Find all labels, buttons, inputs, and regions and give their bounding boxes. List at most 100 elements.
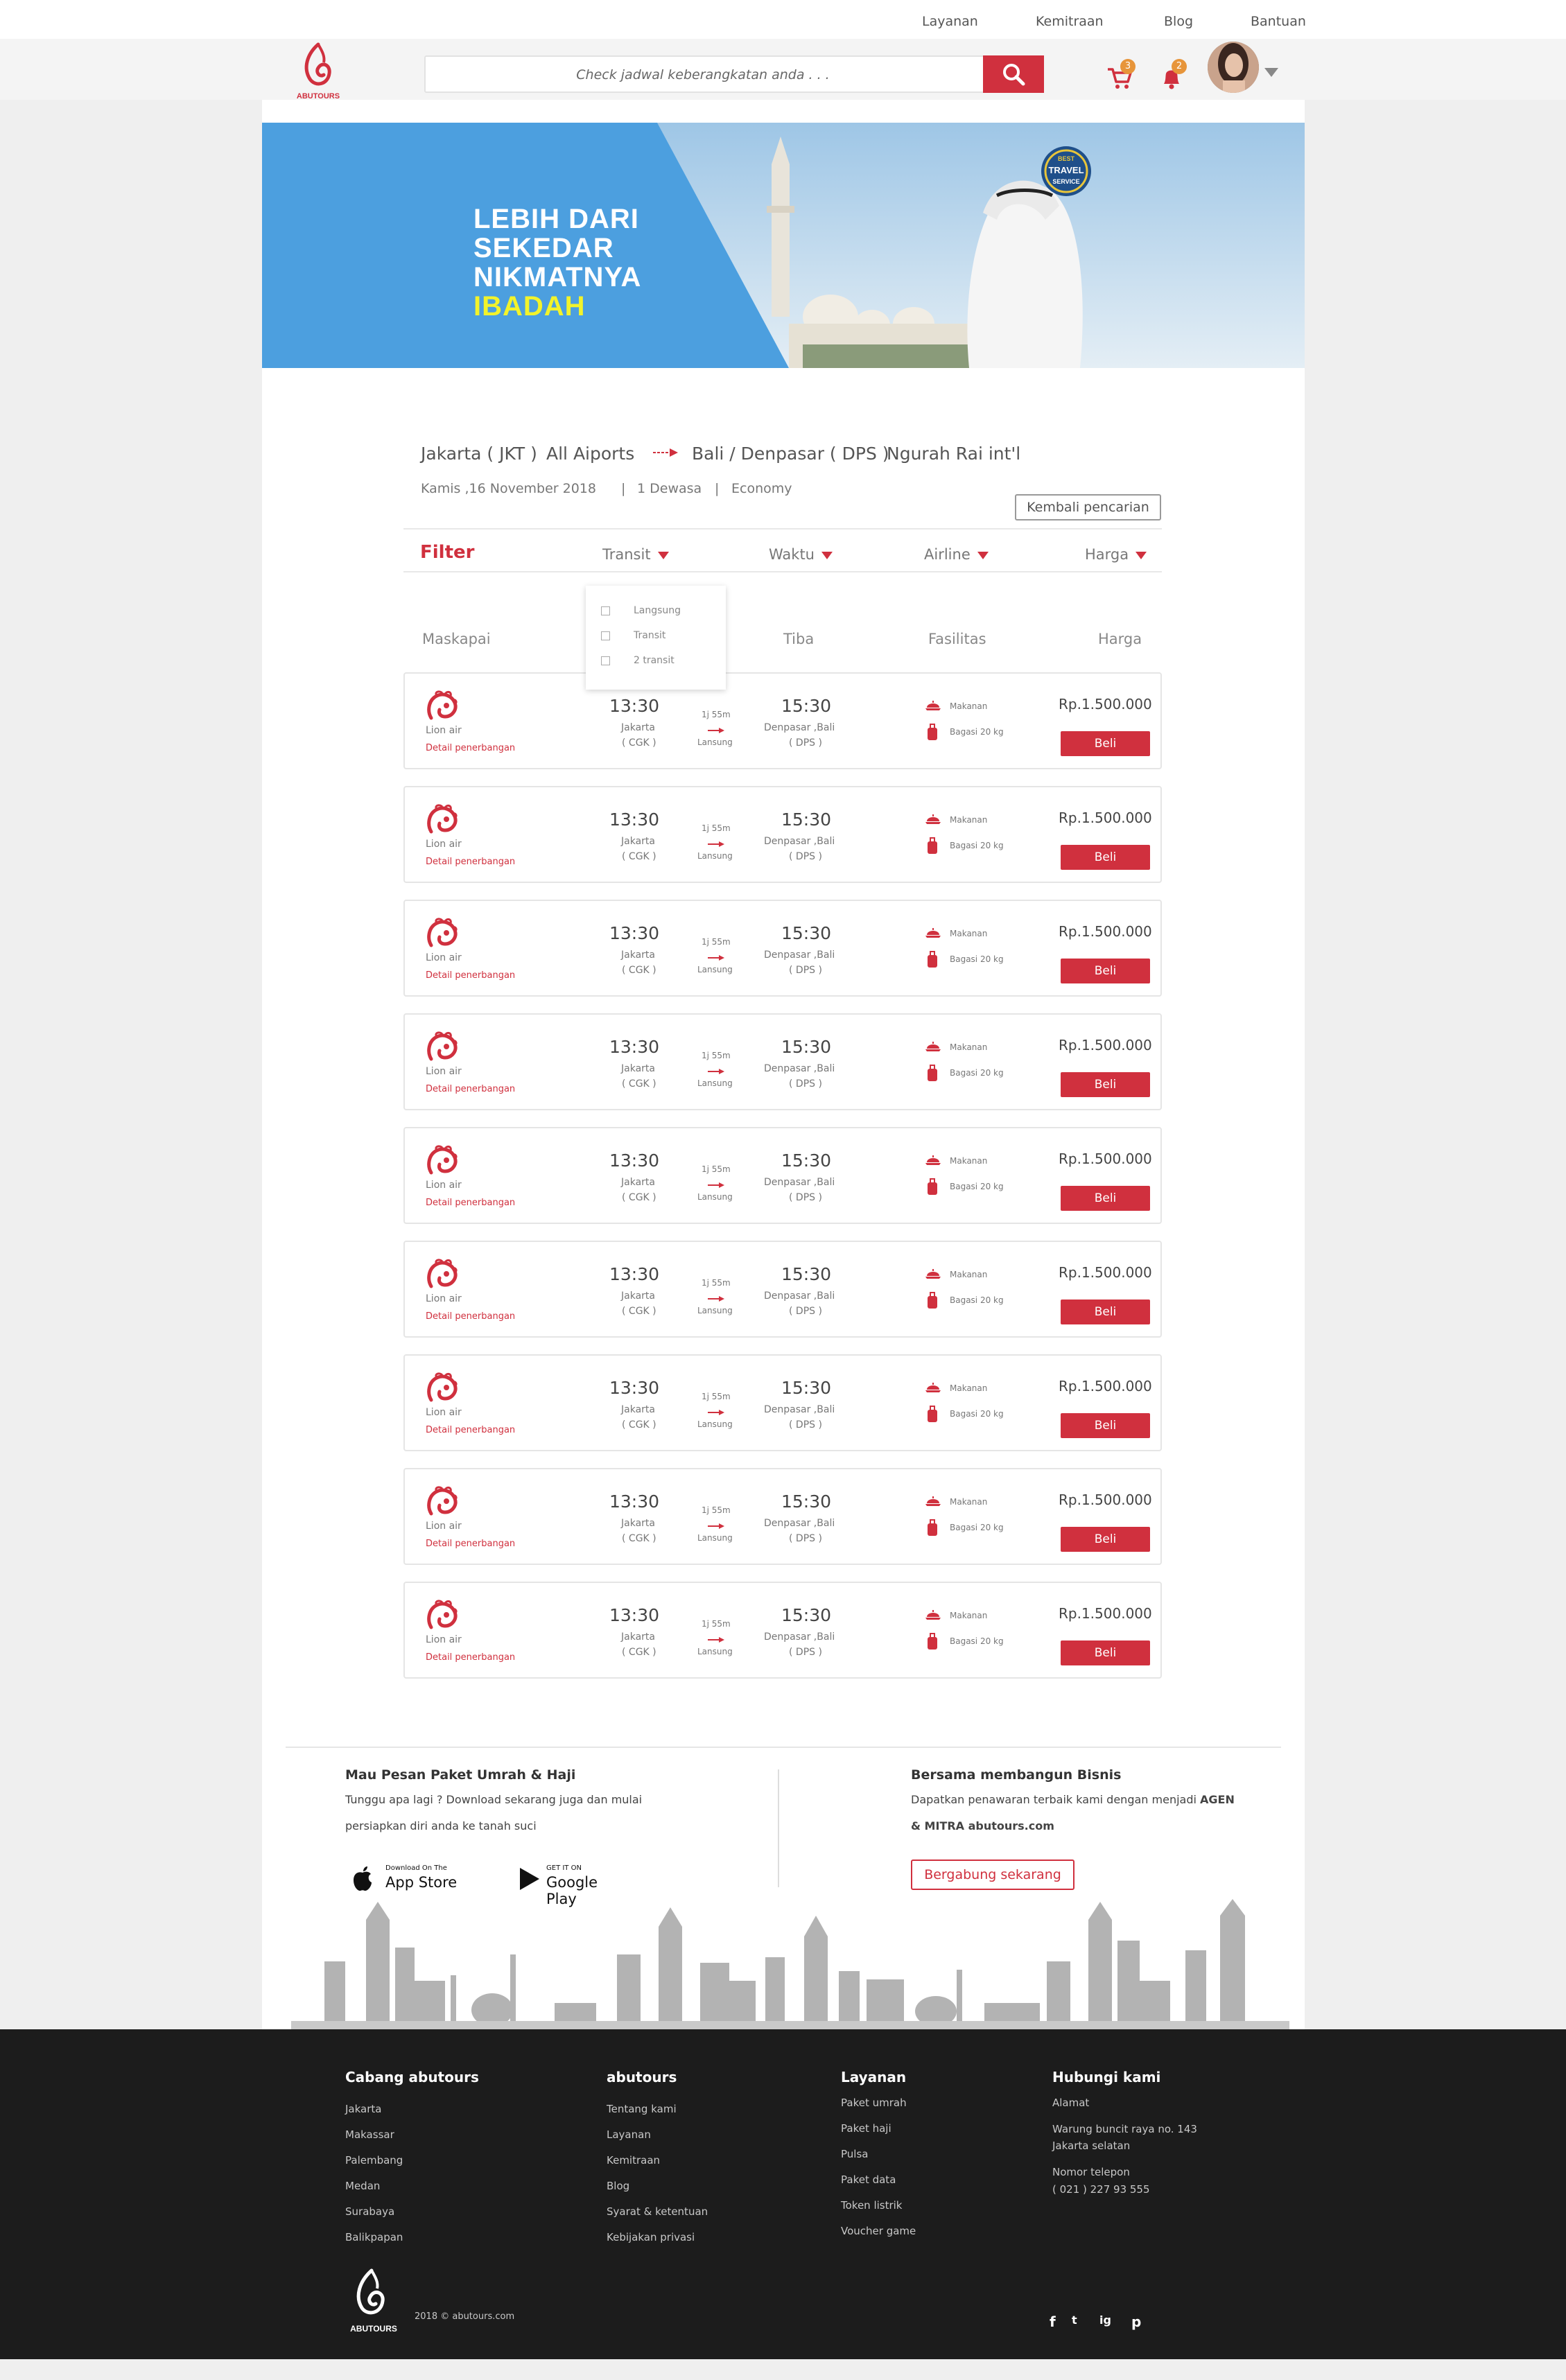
departure-code: ( CGK ) bbox=[622, 965, 656, 976]
flight-stops: Lansung bbox=[697, 737, 733, 747]
airline-name: Lion air bbox=[426, 952, 462, 963]
buy-button[interactable]: Beli bbox=[1061, 1413, 1150, 1438]
meal-icon bbox=[925, 1383, 941, 1392]
footer-service-link[interactable]: Paket umrah bbox=[841, 2097, 907, 2109]
twitter-icon[interactable]: t bbox=[1072, 2313, 1077, 2327]
footer-logo-icon: ABUTOURS bbox=[350, 2268, 397, 2334]
buy-button[interactable]: Beli bbox=[1061, 1072, 1150, 1097]
footer-branch-link[interactable]: Balikpapan bbox=[345, 2231, 403, 2243]
dropdown-option-2-transit[interactable]: 2 transit bbox=[601, 655, 675, 666]
search-input[interactable]: Check jadwal keberangkatan anda . . . bbox=[426, 67, 980, 82]
flight-detail-link[interactable]: Detail penerbangan bbox=[426, 1084, 515, 1094]
meal-icon bbox=[925, 1610, 941, 1620]
notification-button[interactable]: 2 bbox=[1160, 59, 1187, 90]
dropdown-option-langsung[interactable]: Langsung bbox=[601, 605, 681, 616]
search-button[interactable] bbox=[983, 55, 1044, 93]
route-origin-airport: All Aiports bbox=[546, 444, 635, 464]
google-play-button[interactable]: GET IT ON Google Play bbox=[513, 1857, 631, 1907]
footer-company-link[interactable]: Kemitraan bbox=[607, 2154, 660, 2167]
lion-air-logo-icon bbox=[427, 1486, 458, 1516]
footer-branch-link[interactable]: Jakarta bbox=[345, 2103, 381, 2115]
buy-button[interactable]: Beli bbox=[1061, 959, 1150, 983]
promo-business-text-2: & MITRA abutours.com bbox=[911, 1819, 1054, 1832]
buy-button[interactable]: Beli bbox=[1061, 1640, 1150, 1665]
arrival-city: Denpasar ,Bali bbox=[764, 1631, 835, 1643]
column-fasilitas: Fasilitas bbox=[928, 631, 986, 647]
direct-arrow-icon bbox=[708, 841, 724, 847]
flight-detail-link[interactable]: Detail penerbangan bbox=[426, 1198, 515, 1208]
flight-detail-link[interactable]: Detail penerbangan bbox=[426, 857, 515, 867]
user-avatar[interactable] bbox=[1208, 42, 1259, 93]
meal-icon bbox=[925, 1269, 941, 1279]
buy-button[interactable]: Beli bbox=[1061, 845, 1150, 870]
footer-company-title: abutours bbox=[607, 2069, 677, 2085]
facebook-icon[interactable]: f bbox=[1050, 2313, 1056, 2330]
flight-detail-link[interactable]: Detail penerbangan bbox=[426, 1652, 515, 1663]
footer-service-link[interactable]: Paket haji bbox=[841, 2122, 891, 2135]
user-menu-caret-icon[interactable] bbox=[1264, 68, 1278, 77]
footer-company-link[interactable]: Syarat & ketentuan bbox=[607, 2205, 708, 2218]
filter-transit[interactable]: Transit bbox=[602, 546, 669, 563]
facility-baggage: Bagasi 20 kg bbox=[950, 1409, 1004, 1419]
departure-time: 13:30 bbox=[609, 1378, 660, 1398]
footer-company-link[interactable]: Tentang kami bbox=[607, 2103, 677, 2115]
footer bbox=[0, 2029, 1566, 2359]
direct-arrow-icon bbox=[708, 1523, 724, 1529]
footer-contact-title: Hubungi kami bbox=[1052, 2069, 1161, 2085]
footer-branch-link[interactable]: Surabaya bbox=[345, 2205, 394, 2218]
search-icon bbox=[1003, 64, 1025, 86]
flight-card: Lion air Detail penerbangan 13:30 Jakart… bbox=[403, 1582, 1162, 1679]
join-now-button[interactable]: Bergabung sekarang bbox=[911, 1860, 1075, 1890]
checkbox[interactable] bbox=[601, 656, 610, 665]
promo-divider bbox=[778, 1769, 779, 1887]
route-destination-airport: Ngurah Rai int'l bbox=[887, 444, 1021, 464]
abutours-logo[interactable]: ABUTOURS bbox=[295, 40, 342, 104]
footer-service-link[interactable]: Pulsa bbox=[841, 2148, 868, 2160]
filter-harga[interactable]: Harga bbox=[1085, 546, 1147, 563]
departure-time: 13:30 bbox=[609, 1264, 660, 1284]
buy-button[interactable]: Beli bbox=[1061, 1186, 1150, 1211]
footer-service-link[interactable]: Token listrik bbox=[841, 2199, 903, 2212]
pinterest-icon[interactable]: p bbox=[1131, 2313, 1141, 2330]
footer-branch-link[interactable]: Makassar bbox=[345, 2128, 394, 2141]
flight-detail-link[interactable]: Detail penerbangan bbox=[426, 1425, 515, 1435]
avatar-photo bbox=[1208, 42, 1259, 93]
filter-airline[interactable]: Airline bbox=[924, 546, 989, 563]
footer-branch-link[interactable]: Palembang bbox=[345, 2154, 403, 2167]
flight-detail-link[interactable]: Detail penerbangan bbox=[426, 1311, 515, 1322]
checkbox[interactable] bbox=[601, 606, 610, 615]
buy-button[interactable]: Beli bbox=[1061, 731, 1150, 756]
app-store-button[interactable]: Download On The App Store bbox=[345, 1857, 463, 1896]
flight-detail-link[interactable]: Detail penerbangan bbox=[426, 970, 515, 981]
topnav-bantuan[interactable]: Bantuan bbox=[1251, 14, 1306, 29]
travel-date: Kamis ,16 November 2018 bbox=[421, 481, 596, 496]
back-to-search-button[interactable]: Kembali pencarian bbox=[1015, 494, 1161, 520]
flight-detail-link[interactable]: Detail penerbangan bbox=[426, 1539, 515, 1549]
checkbox[interactable] bbox=[601, 631, 610, 640]
cart-button[interactable]: 3 bbox=[1106, 59, 1136, 90]
flight-card: Lion air Detail penerbangan 13:30 Jakart… bbox=[403, 786, 1162, 883]
instagram-icon[interactable]: ig bbox=[1099, 2313, 1111, 2327]
dropdown-option-transit[interactable]: Transit bbox=[601, 630, 665, 641]
topnav-layanan[interactable]: Layanan bbox=[922, 14, 978, 29]
topnav-kemitraan[interactable]: Kemitraan bbox=[1036, 14, 1104, 29]
departure-city: Jakarta bbox=[621, 1063, 655, 1074]
flight-duration: 1j 55m bbox=[702, 1164, 731, 1174]
footer-branch-link[interactable]: Medan bbox=[345, 2180, 380, 2192]
route-arrow-icon bbox=[653, 448, 678, 457]
footer-contact-text: Warung buncit raya no. 143 bbox=[1052, 2123, 1197, 2135]
lion-air-logo-icon bbox=[427, 1259, 458, 1288]
buy-button[interactable]: Beli bbox=[1061, 1300, 1150, 1324]
facility-baggage: Bagasi 20 kg bbox=[950, 1523, 1004, 1532]
footer-company-link[interactable]: Blog bbox=[607, 2180, 629, 2192]
departure-time: 13:30 bbox=[609, 810, 660, 830]
filter-waktu[interactable]: Waktu bbox=[769, 546, 833, 563]
topnav-blog[interactable]: Blog bbox=[1164, 14, 1193, 29]
buy-button[interactable]: Beli bbox=[1061, 1527, 1150, 1552]
flight-detail-link[interactable]: Detail penerbangan bbox=[426, 743, 515, 753]
footer-service-link[interactable]: Voucher game bbox=[841, 2225, 916, 2237]
footer-company-link[interactable]: Kebijakan privasi bbox=[607, 2231, 695, 2243]
footer-company-link[interactable]: Layanan bbox=[607, 2128, 651, 2141]
footer-service-link[interactable]: Paket data bbox=[841, 2173, 896, 2186]
facility-meal: Makanan bbox=[950, 1042, 988, 1052]
